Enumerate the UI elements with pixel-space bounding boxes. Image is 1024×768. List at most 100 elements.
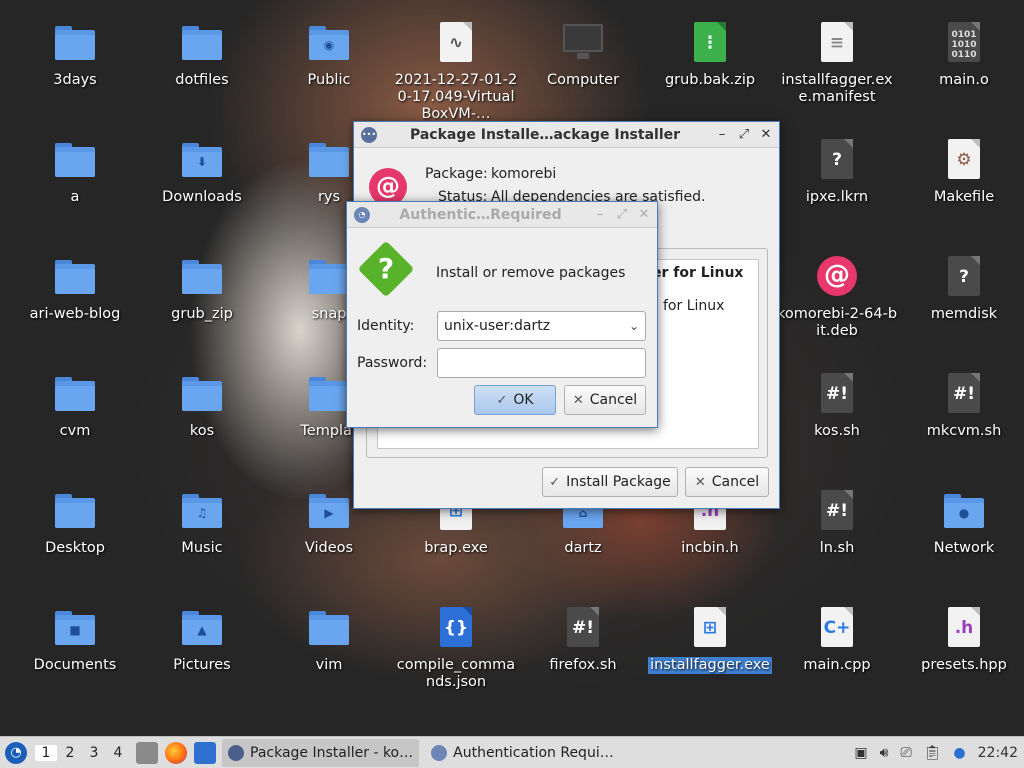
x-icon: ✕ xyxy=(572,392,584,408)
package-value: komorebi xyxy=(491,166,557,182)
desktop-icon-computer[interactable]: Computer xyxy=(521,20,645,89)
desktop-icon-label: 3days xyxy=(53,72,97,88)
desktop-icon-firefox-sh[interactable]: #! firefox.sh xyxy=(521,605,645,674)
minimize-icon[interactable]: – xyxy=(713,127,731,142)
folder-icon xyxy=(307,137,351,181)
desktop-icon-grub-bak-zip[interactable]: ⋮ grub.bak.zip xyxy=(648,20,772,89)
folder-icon xyxy=(180,371,224,415)
desktop-icon-dotfiles[interactable]: dotfiles xyxy=(140,20,264,89)
desktop-icon-desktop[interactable]: Desktop xyxy=(13,488,137,557)
desktop-icon-pictures[interactable]: ▲ Pictures xyxy=(140,605,264,674)
desktop-icon-a[interactable]: a xyxy=(13,137,137,206)
desktop-icon-label: compile_commands.json xyxy=(396,657,516,690)
folder-icon xyxy=(53,20,97,64)
auth-cancel-button[interactable]: ✕ Cancel xyxy=(564,385,646,415)
volume-icon[interactable]: 🔊︎ xyxy=(880,745,889,761)
desktop-icon-label: kos xyxy=(189,423,215,439)
picture-folder-icon: ▲ xyxy=(180,605,224,649)
desktop-icon-network[interactable]: ● Network xyxy=(902,488,1024,557)
show-desktop-icon[interactable] xyxy=(194,741,216,764)
folder-icon xyxy=(53,254,97,298)
desktop-icon-ari-web-blog[interactable]: ari-web-blog xyxy=(13,254,137,323)
package-installer-titlebar[interactable]: ••• Package Installe…ackage Installer – … xyxy=(354,122,779,148)
desktop-icon-main-cpp[interactable]: C+ main.cpp xyxy=(775,605,899,674)
task-package-installer[interactable]: Package Installer - ko… xyxy=(222,738,420,767)
desktop-icon-installfagger-exe[interactable]: ⊞ installfagger.exe xyxy=(648,605,772,674)
desktop-icon-komorebi-2-64-bit-deb[interactable]: @ komorebi-2-64-bit.deb xyxy=(775,254,899,340)
desktop-icon-label: installfagger.exe.manifest xyxy=(781,72,893,105)
desktop-icon-label: installfagger.exe xyxy=(648,657,772,674)
desktop-icon-mkcvm-sh[interactable]: #! mkcvm.sh xyxy=(902,371,1024,440)
network-icon[interactable]: ⎚ xyxy=(900,745,911,761)
desktop-icon-label: Pictures xyxy=(173,657,231,673)
maximize-icon[interactable]: ⤢ xyxy=(613,207,631,222)
folder-icon xyxy=(180,254,224,298)
start-menu-icon[interactable]: ◔ xyxy=(5,741,27,764)
workspace-4[interactable]: 4 xyxy=(107,745,129,761)
desktop-icon-label: ln.sh xyxy=(819,540,855,556)
desktop-icon-cvm[interactable]: cvm xyxy=(13,371,137,440)
desktop-icon-label: Public xyxy=(307,72,351,88)
desktop-icon-memdisk[interactable]: ? memdisk xyxy=(902,254,1024,323)
zip-icon: ⋮ xyxy=(688,20,732,64)
video-folder-icon: ▶ xyxy=(307,488,351,532)
desktop-icon-label: Music xyxy=(181,540,223,556)
document-folder-icon: ■ xyxy=(53,605,97,649)
install-package-button[interactable]: ✓ Install Package xyxy=(542,467,678,497)
desktop-icon-public[interactable]: ◉ Public xyxy=(267,20,391,89)
close-icon[interactable]: ✕ xyxy=(635,207,653,222)
desktop-icon-label: cvm xyxy=(59,423,91,439)
window-menu-icon[interactable]: ••• xyxy=(361,126,377,143)
clock[interactable]: 22:42 xyxy=(978,745,1018,761)
desktop-icon-grub-zip[interactable]: grub_zip xyxy=(140,254,264,323)
desktop-icon-compile-commands-json[interactable]: {} compile_commands.json xyxy=(394,605,518,691)
auth-app-icon[interactable]: ◔ xyxy=(354,206,370,223)
maximize-icon[interactable]: ⤢ xyxy=(735,127,753,142)
desktop-icon-kos-sh[interactable]: #! kos.sh xyxy=(775,371,899,440)
desktop-icon-ln-sh[interactable]: #! ln.sh xyxy=(775,488,899,557)
desktop-icon-label: memdisk xyxy=(930,306,998,322)
task-authentication[interactable]: Authentication Requi… xyxy=(425,739,620,767)
notification-icon[interactable]: ▣ xyxy=(854,745,867,761)
file-icon: ∿ xyxy=(434,20,478,64)
close-icon[interactable]: ✕ xyxy=(757,127,775,142)
auth-titlebar[interactable]: ◔ Authentic…Required – ⤢ ✕ xyxy=(347,202,657,228)
auth-title: Authentic…Required xyxy=(399,206,562,223)
workspace-2[interactable]: 2 xyxy=(59,745,81,761)
file-manager-launcher-icon[interactable] xyxy=(136,741,158,764)
desktop-icon-label: Computer xyxy=(546,72,620,88)
password-field[interactable] xyxy=(437,348,646,378)
desktop-icon-3days[interactable]: 3days xyxy=(13,20,137,89)
minimize-icon[interactable]: – xyxy=(591,207,609,222)
desktop-icon-label: rys xyxy=(317,189,341,205)
binary-icon: 0101 1010 0110 xyxy=(942,20,986,64)
folder-icon xyxy=(53,371,97,415)
desktop-icon-music[interactable]: ♫ Music xyxy=(140,488,264,557)
desktop-icon-2021-12-27-01-20-17-049-virtualboxvm[interactable]: ∿ 2021-12-27-01-20-17.049-VirtualBoxVM-… xyxy=(394,20,518,123)
auth-message: Install or remove packages xyxy=(436,265,626,281)
package-installer-task-icon xyxy=(228,744,244,761)
desktop-icon-downloads[interactable]: ⬇ Downloads xyxy=(140,137,264,206)
task-authentication-label: Authentication Requi… xyxy=(453,744,614,761)
desktop-icon-installfagger-exe-manifest[interactable]: ≡ installfagger.exe.manifest xyxy=(775,20,899,106)
identity-select[interactable]: unix-user:dartz ⌄ xyxy=(437,311,646,341)
ok-button[interactable]: ✓ OK xyxy=(474,385,556,415)
desktop-icon-vim[interactable]: vim xyxy=(267,605,391,674)
package-cancel-button[interactable]: ✕ Cancel xyxy=(685,467,769,497)
update-icon[interactable]: ● xyxy=(953,745,965,761)
desktop-icon-kos[interactable]: kos xyxy=(140,371,264,440)
script-icon: #! xyxy=(561,605,605,649)
clipboard-icon[interactable]: 📋︎ xyxy=(924,745,942,761)
desktop-icon-ipxe-lkrn[interactable]: ? ipxe.lkrn xyxy=(775,137,899,206)
workspace-1[interactable]: 1 xyxy=(35,744,57,761)
desktop-icon-makefile[interactable]: ⚙ Makefile xyxy=(902,137,1024,206)
workspace-3[interactable]: 3 xyxy=(83,745,105,761)
desktop-icon-presets-hpp[interactable]: .h presets.hpp xyxy=(902,605,1024,674)
desktop-icon-label: incbin.h xyxy=(681,540,739,556)
desktop-icon-documents[interactable]: ■ Documents xyxy=(13,605,137,674)
check-icon: ✓ xyxy=(496,392,508,408)
desktop-icon-main-o[interactable]: 0101 1010 0110 main.o xyxy=(902,20,1024,89)
firefox-launcher-icon[interactable] xyxy=(165,741,187,764)
desktop-icon-label: Network xyxy=(933,540,995,556)
unknown-icon: ? xyxy=(942,254,986,298)
